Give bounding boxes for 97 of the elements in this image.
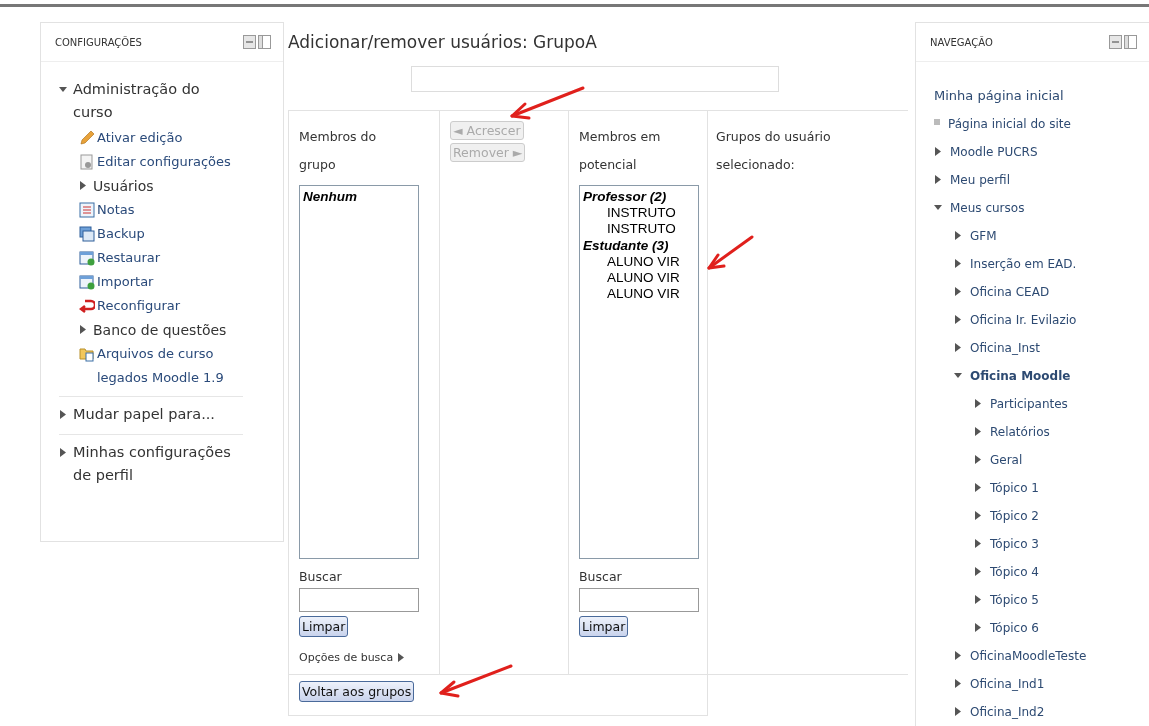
list-option[interactable]: INSTRUTO bbox=[583, 205, 695, 221]
caret-icon[interactable] bbox=[934, 175, 942, 184]
search-label: Buscar bbox=[299, 569, 343, 584]
option-group: Estudante (3) bbox=[583, 237, 695, 254]
caret-icon[interactable] bbox=[59, 85, 67, 94]
caret-icon[interactable] bbox=[974, 399, 982, 408]
tree-item[interactable]: Mudar papel para... bbox=[73, 403, 215, 426]
user-listbox[interactable]: Professor (2) INSTRUTO INSTRUTO Estudante (3) ALUNO VIR ALUNO VIR ALUNO VIR bbox=[579, 185, 699, 559]
caret-icon[interactable] bbox=[934, 203, 942, 212]
tree-item[interactable]: GFM bbox=[970, 222, 997, 250]
tree-item[interactable]: Relatórios bbox=[990, 418, 1050, 446]
search-label: Buscar bbox=[579, 569, 623, 584]
option-group: Nenhum bbox=[303, 188, 415, 205]
windows-icon bbox=[79, 226, 95, 242]
caret-icon[interactable] bbox=[974, 427, 982, 436]
bullet-icon bbox=[934, 119, 940, 125]
tree-item[interactable]: Meu perfil bbox=[950, 166, 1010, 194]
caret-icon[interactable] bbox=[974, 539, 982, 548]
caret-icon[interactable] bbox=[954, 679, 962, 688]
tree-item[interactable]: Oficina CEAD bbox=[970, 278, 1050, 306]
dock-icon[interactable] bbox=[258, 35, 271, 49]
caret-icon[interactable] bbox=[398, 653, 405, 662]
tree-item[interactable]: Oficina_Inst bbox=[970, 334, 1040, 362]
caret-icon[interactable] bbox=[954, 287, 962, 296]
list-option[interactable]: INSTRUTO bbox=[583, 221, 695, 237]
caret-icon[interactable] bbox=[974, 623, 982, 632]
tree-item[interactable]: Tópico 5 bbox=[990, 586, 1039, 614]
list-option[interactable]: ALUNO VIR bbox=[583, 270, 695, 286]
option-group: Professor (2) bbox=[583, 188, 695, 205]
user-listbox[interactable]: Nenhum bbox=[299, 185, 419, 559]
tree-item[interactable]: Administração do curso bbox=[73, 78, 243, 124]
tree-item[interactable]: Participantes bbox=[990, 390, 1068, 418]
document-gear-icon bbox=[79, 154, 95, 170]
tree-item[interactable]: Oficina_Ind1 bbox=[970, 670, 1045, 698]
back-button[interactable]: Voltar aos grupos bbox=[299, 681, 415, 702]
folder-icon bbox=[79, 346, 95, 362]
tree-item[interactable]: Tópico 4 bbox=[990, 558, 1039, 586]
menu-link[interactable]: Importar bbox=[97, 270, 154, 294]
home-link[interactable]: Minha página inicial bbox=[934, 82, 1064, 110]
column-label: Grupos do usuário selecionado: bbox=[716, 128, 832, 174]
tree-item[interactable]: Tópico 6 bbox=[990, 614, 1039, 642]
menu-link[interactable]: Reconfigurar bbox=[97, 294, 181, 318]
tree-item[interactable]: Meus cursos bbox=[950, 194, 1025, 222]
caret-icon[interactable] bbox=[974, 483, 982, 492]
menu-link[interactable]: Backup bbox=[97, 222, 145, 246]
tree-item[interactable]: Geral bbox=[990, 446, 1023, 474]
caret-icon[interactable] bbox=[59, 410, 67, 419]
menu-link[interactable]: Notas bbox=[97, 198, 135, 222]
block-title: NAVEGAÇÃO bbox=[930, 36, 993, 48]
annotation-arrow bbox=[707, 235, 754, 270]
caret-icon[interactable] bbox=[59, 448, 67, 457]
tree-item[interactable]: Oficina Moodle bbox=[970, 362, 1071, 390]
caret-icon[interactable] bbox=[954, 343, 962, 352]
caret-icon[interactable] bbox=[974, 511, 982, 520]
tree-item[interactable]: Tópico 3 bbox=[990, 530, 1039, 558]
tree-item[interactable]: Minhas configurações de perfil bbox=[73, 441, 243, 487]
caret-icon[interactable] bbox=[974, 455, 982, 464]
tree-item[interactable]: Oficina_Ind2 bbox=[970, 698, 1045, 726]
caret-icon[interactable] bbox=[934, 147, 942, 156]
caret-icon[interactable] bbox=[954, 371, 962, 380]
clear-button[interactable]: Limpar bbox=[579, 616, 629, 637]
dock-icon[interactable] bbox=[1124, 35, 1137, 49]
return-arrow-icon bbox=[79, 298, 95, 314]
tree-item[interactable]: Tópico 2 bbox=[990, 502, 1039, 530]
caret-icon[interactable] bbox=[954, 259, 962, 268]
menu-link[interactable]: Ativar edição bbox=[97, 126, 183, 150]
block-title: CONFIGURAÇÕES bbox=[55, 36, 142, 48]
tree-item[interactable]: Usuários bbox=[93, 174, 154, 198]
column-label: Membros em potencial bbox=[579, 128, 662, 174]
column-label: Membros do grupo bbox=[299, 128, 378, 174]
pencil-icon bbox=[79, 130, 95, 146]
caret-icon[interactable] bbox=[954, 707, 962, 716]
caret-icon[interactable] bbox=[974, 567, 982, 576]
caret-icon[interactable] bbox=[954, 651, 962, 660]
tree-item[interactable]: Oficina Ir. Evilazio bbox=[970, 306, 1077, 334]
menu-link[interactable]: Editar configurações bbox=[97, 150, 231, 174]
page-title: Adicionar/remover usuários: GrupoA bbox=[288, 32, 598, 52]
tree-item[interactable]: Tópico 1 bbox=[990, 474, 1039, 502]
caret-icon[interactable] bbox=[974, 595, 982, 604]
caret-icon[interactable] bbox=[954, 231, 962, 240]
menu-link[interactable]: Restaurar bbox=[97, 246, 161, 270]
clear-button[interactable]: Limpar bbox=[299, 616, 349, 637]
search-field[interactable] bbox=[579, 588, 699, 612]
caret-icon[interactable] bbox=[79, 325, 87, 334]
list-option[interactable]: ALUNO VIR bbox=[583, 254, 695, 270]
search-options-link[interactable]: Opções de busca bbox=[299, 651, 394, 664]
caret-icon[interactable] bbox=[954, 315, 962, 324]
tree-item[interactable]: Inserção em EAD. bbox=[970, 250, 1077, 278]
tree-item[interactable]: Página inicial do site bbox=[948, 110, 1071, 138]
tree-item[interactable]: Banco de questões bbox=[93, 318, 227, 342]
grades-icon bbox=[79, 202, 95, 218]
caret-icon[interactable] bbox=[79, 181, 87, 190]
search-field[interactable] bbox=[299, 588, 419, 612]
tree-item[interactable]: OficinaMoodleTeste bbox=[970, 642, 1087, 670]
list-option[interactable]: ALUNO VIR bbox=[583, 286, 695, 302]
tree-item[interactable]: Moodle PUCRS bbox=[950, 138, 1038, 166]
menu-link[interactable]: Arquivos de curso legados Moodle 1.9 bbox=[97, 342, 243, 390]
